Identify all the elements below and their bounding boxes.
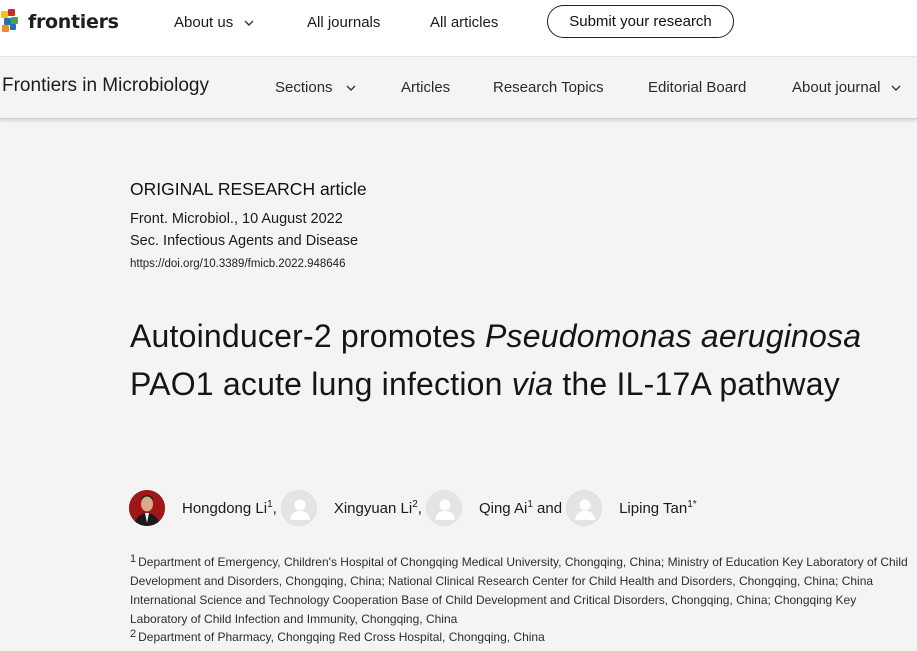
author-separator: and (532, 500, 563, 517)
nav-about-us[interactable]: About us (174, 14, 255, 31)
journal-nav-editorial-board-label: Editorial Board (648, 79, 747, 96)
article-title: Autoinducer-2 promotes Pseudomonas aerug… (130, 312, 917, 408)
user-avatar-icon (575, 499, 596, 520)
title-part: Autoinducer-2 promotes (130, 318, 486, 354)
frontiers-logo[interactable]: frontiers (0, 8, 119, 36)
journal-nav-sections[interactable]: Sections (275, 79, 357, 96)
brand-name: frontiers (28, 11, 119, 33)
author-list: Hongdong Li1, Xingyuan Li2, Qing Ai1 and… (129, 490, 697, 526)
author-photo-icon (129, 490, 165, 526)
affiliation-number: 2 (130, 628, 137, 640)
article-citation: Front. Microbiol., 10 August 2022 (130, 211, 343, 227)
nav-all-articles-label: All articles (430, 14, 499, 31)
chevron-down-icon (346, 85, 356, 91)
author-separator: , (272, 500, 277, 517)
journal-title[interactable]: Frontiers in Microbiology (2, 75, 209, 97)
user-avatar-icon (289, 499, 310, 520)
affiliation-text: Department of Pharmacy, Chongqing Red Cr… (138, 630, 545, 644)
journal-nav-about-journal[interactable]: About journal (792, 79, 902, 96)
journal-nav-articles-label: Articles (401, 79, 451, 96)
chevron-down-icon (244, 20, 254, 26)
frontiers-logo-icon (0, 9, 26, 35)
article-doi-link[interactable]: https://doi.org/10.3389/fmicb.2022.94864… (130, 258, 345, 270)
author-name[interactable]: Hongdong Li1, (182, 499, 277, 517)
author-name-text: Xingyuan Li (333, 500, 413, 517)
journal-nav-articles[interactable]: Articles (401, 79, 450, 96)
affiliation: 1 Department of Emergency, Children's Hos… (130, 550, 910, 629)
affiliation-number: 1 (130, 553, 137, 565)
journal-nav-sections-label: Sections (275, 79, 333, 96)
nav-all-articles[interactable]: All articles (430, 14, 498, 31)
author-name-text: Liping Tan (619, 500, 688, 517)
journal-nav-research-topics[interactable]: Research Topics (493, 79, 604, 96)
article-type: ORIGINAL RESEARCH article (130, 179, 367, 199)
nav-all-journals[interactable]: All journals (307, 14, 380, 31)
journal-navigation: Frontiers in Microbiology Sections Artic… (0, 57, 917, 119)
nav-all-journals-label: All journals (307, 14, 381, 31)
author-avatar-placeholder[interactable] (425, 490, 462, 526)
top-navigation: frontiers About us All journals All arti… (0, 0, 917, 57)
journal-nav-editorial-board[interactable]: Editorial Board (648, 79, 746, 96)
author-avatar-photo[interactable] (129, 490, 165, 526)
author-name-text: Hongdong Li (182, 500, 268, 517)
affiliation: 2 Department of Pharmacy, Chongqing Red C… (130, 625, 910, 647)
article-section[interactable]: Sec. Infectious Agents and Disease (130, 233, 358, 249)
journal-nav-about-journal-label: About journal (792, 79, 881, 96)
author-avatar-placeholder[interactable] (280, 490, 317, 526)
submit-research-button[interactable]: Submit your research (547, 5, 734, 38)
title-italic-species: Pseudomonas aeruginosa (485, 318, 862, 354)
affiliation-text: Department of Emergency, Children's Hosp… (130, 555, 908, 626)
title-part: PAO1 acute lung infection (130, 366, 512, 402)
author-separator: , (417, 500, 422, 517)
title-italic-via: via (511, 366, 554, 402)
chevron-down-icon (891, 85, 901, 91)
author-name[interactable]: Liping Tan1* (619, 499, 697, 517)
journal-nav-research-topics-label: Research Topics (493, 79, 604, 96)
author-affiliation-mark: 1* (687, 499, 697, 510)
author-avatar-placeholder[interactable] (566, 490, 603, 526)
author-name-text: Qing Ai (478, 500, 528, 517)
author-name[interactable]: Xingyuan Li2, (334, 499, 422, 517)
user-avatar-icon (434, 499, 455, 520)
nav-about-us-label: About us (174, 14, 234, 31)
title-part: the IL-17A pathway (553, 366, 840, 402)
author-name[interactable]: Qing Ai1 and (479, 499, 562, 517)
